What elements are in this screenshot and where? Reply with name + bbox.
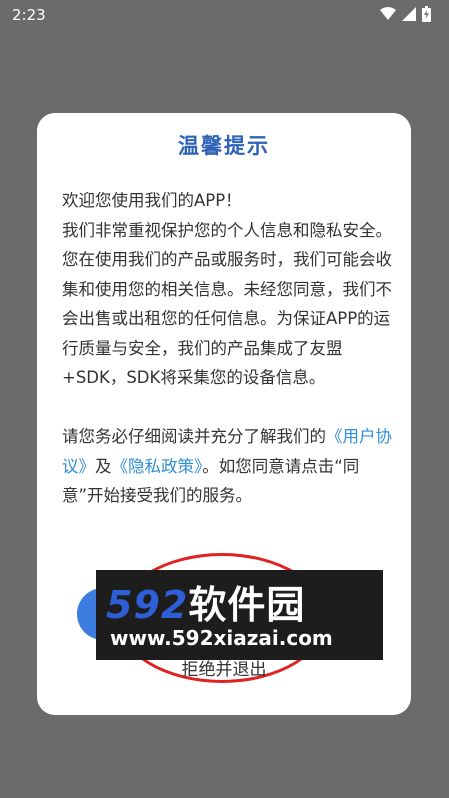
dialog-title: 温馨提示 (178, 134, 270, 158)
watermark-logo-number: 592 (106, 583, 189, 627)
watermark-logo-text: 软件园 (188, 583, 306, 627)
status-icons (380, 6, 431, 22)
privacy-description: 我们非常重视保护您的个人信息和隐私安全。您在使用我们的产品或服务时，我们可能会收… (62, 220, 392, 388)
status-bar: 2:23 (0, 0, 449, 30)
status-time: 2:23 (12, 6, 46, 24)
watermark: 592软件园 www.592xiazai.com (96, 570, 383, 660)
privacy-policy-link[interactable]: 《隐私政策》 (112, 457, 203, 476)
consent-paragraph: 请您务必仔细阅读并充分了解我们的《用户协议》及《隐私政策》。如您同意请点击“同意… (62, 422, 392, 511)
signal-icon (402, 7, 416, 21)
and-text: 及 (95, 456, 112, 476)
dialog-body: 欢迎您使用我们的APP！ 我们非常重视保护您的个人信息和隐私安全。您在使用我们的… (62, 186, 392, 511)
watermark-logo: 592软件园 (106, 574, 305, 629)
consent-text-before: 请您务必仔细阅读并充分了解我们的 (62, 427, 326, 446)
watermark-url: www.592xiazai.com (110, 626, 333, 650)
wifi-icon (380, 7, 396, 20)
battery-icon (422, 6, 431, 22)
welcome-text: 欢迎您使用我们的APP！ (62, 191, 242, 210)
